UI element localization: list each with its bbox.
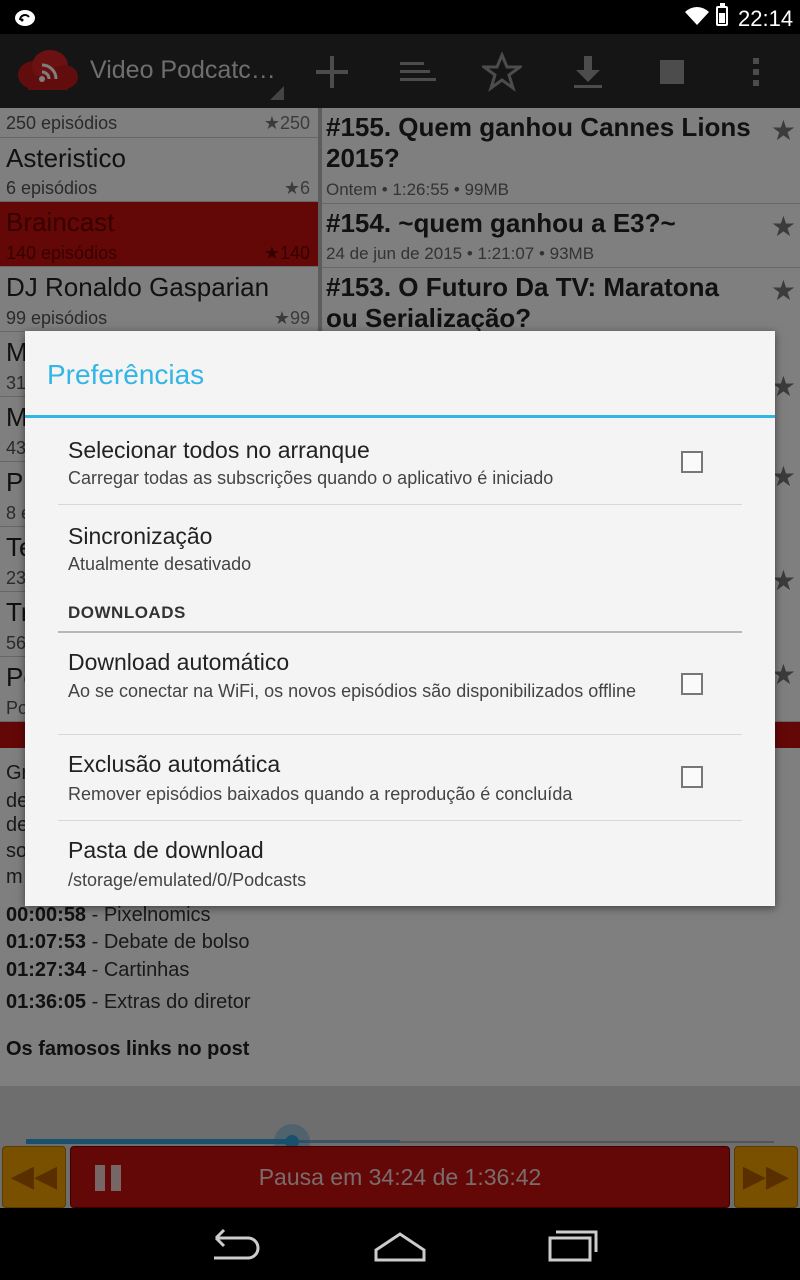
select-all-checkbox[interactable] bbox=[681, 451, 703, 473]
pref-summary: /storage/emulated/0/Podcasts bbox=[68, 870, 307, 890]
pref-title: Selecionar todos no arranque bbox=[68, 437, 370, 463]
pref-title: Sincronização bbox=[68, 523, 213, 549]
pref-title: Exclusão automática bbox=[68, 751, 281, 777]
pref-summary: Ao se conectar na WiFi, os novos episódi… bbox=[68, 681, 636, 701]
sync-notification-icon bbox=[15, 10, 35, 26]
pref-summary: Atualmente desativado bbox=[68, 554, 252, 574]
home-icon[interactable] bbox=[368, 1224, 432, 1264]
pref-title: Pasta de download bbox=[68, 837, 264, 863]
auto-download-checkbox[interactable] bbox=[681, 673, 703, 695]
pref-summary: Remover episódios baixados quando a repr… bbox=[68, 784, 573, 804]
back-icon[interactable] bbox=[196, 1224, 260, 1264]
category-downloads: DOWNLOADS bbox=[68, 603, 186, 622]
pref-sync[interactable]: Sincronização Atualmente desativado bbox=[58, 505, 742, 589]
preferences-dialog: Preferências Selecionar todos no arranqu… bbox=[25, 331, 775, 906]
status-bar: 22:14 bbox=[0, 0, 800, 34]
auto-delete-checkbox[interactable] bbox=[681, 766, 703, 788]
pref-select-all[interactable]: Selecionar todos no arranque Carregar to… bbox=[58, 419, 742, 503]
wifi-icon bbox=[685, 7, 709, 25]
recent-apps-icon[interactable] bbox=[540, 1224, 604, 1264]
title-divider bbox=[25, 415, 775, 418]
pref-summary: Carregar todas as subscrições quando o a… bbox=[68, 468, 554, 488]
navigation-bar bbox=[0, 1208, 800, 1280]
dialog-title: Preferências bbox=[47, 359, 205, 390]
pref-download-folder[interactable]: Pasta de download /storage/emulated/0/Po… bbox=[58, 821, 742, 905]
clock: 22:14 bbox=[738, 6, 794, 31]
pref-title: Download automático bbox=[68, 649, 290, 675]
pref-auto-delete[interactable]: Exclusão automática Remover episódios ba… bbox=[58, 735, 742, 819]
pref-auto-download[interactable]: Download automático Ao se conectar na Wi… bbox=[58, 633, 742, 733]
battery-icon bbox=[716, 3, 728, 26]
